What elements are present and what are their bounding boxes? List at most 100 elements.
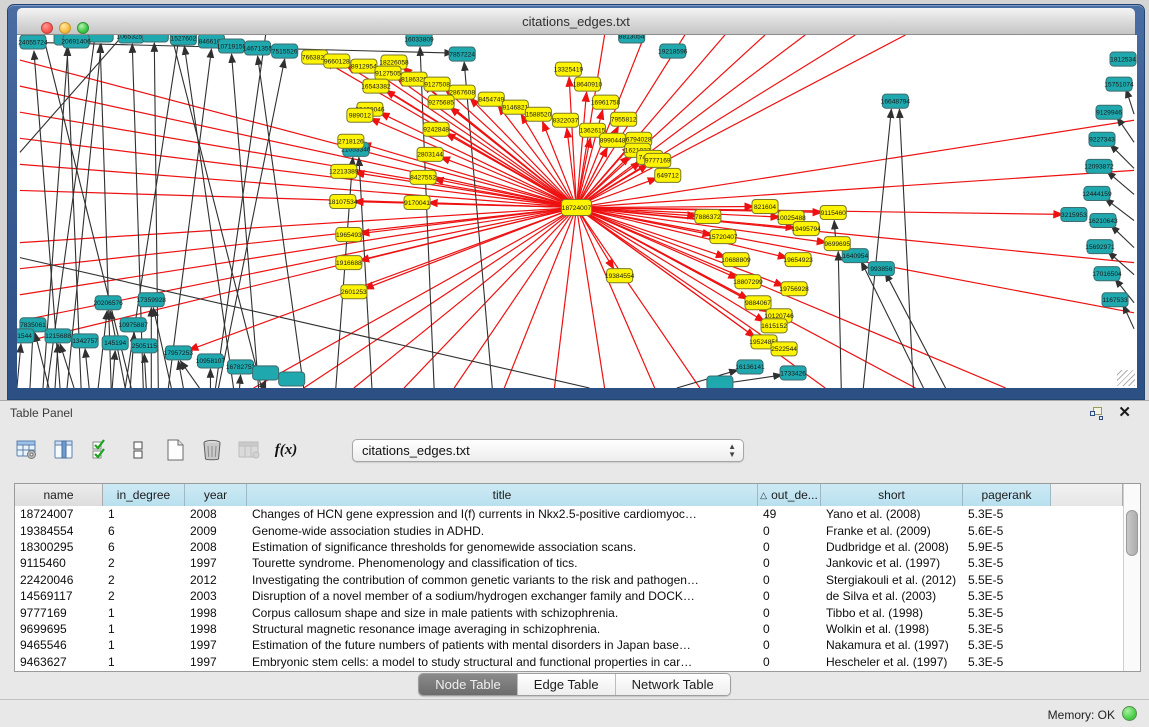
graph-node[interactable]	[142, 35, 168, 42]
graph-node[interactable]: 8427552	[410, 170, 436, 184]
table-cell[interactable]: 2008	[185, 540, 247, 554]
table-cell[interactable]: 19384554	[15, 524, 103, 538]
table-cell[interactable]: Dudbridge et al. (2008)	[821, 540, 963, 554]
table-cell[interactable]: 0	[758, 606, 821, 620]
graph-node[interactable]: 9660128	[324, 54, 350, 68]
table-cell[interactable]: 1997	[185, 556, 247, 570]
column-header-short[interactable]: short	[821, 484, 963, 506]
table-cell[interactable]: 0	[758, 622, 821, 636]
column-header-out_de[interactable]: △out_de...	[758, 484, 821, 506]
function-builder-button[interactable]: f(x)	[273, 437, 299, 463]
graph-node[interactable]: 993856	[868, 262, 894, 276]
graph-node[interactable]: 17957253	[164, 346, 194, 360]
graph-node[interactable]: 2601253	[341, 285, 367, 299]
graph-node[interactable]: 1215688	[45, 329, 71, 343]
close-panel-icon[interactable]: ✕	[1118, 403, 1131, 421]
table-cell[interactable]: 0	[758, 638, 821, 652]
table-cell[interactable]: 1998	[185, 606, 247, 620]
graph-node[interactable]: 12444159	[1082, 186, 1112, 200]
table-cell[interactable]: 1997	[185, 638, 247, 652]
tab-node-table[interactable]: Node Table	[419, 674, 518, 695]
table-row[interactable]: 1456911722003Disruption of a novel membe…	[15, 588, 1123, 604]
graph-node[interactable]	[253, 366, 279, 380]
table-cell[interactable]: 2003	[185, 589, 247, 603]
table-cell[interactable]: 1	[103, 622, 185, 636]
graph-node[interactable]: 15692971	[1085, 240, 1115, 254]
table-cell[interactable]: 9777169	[15, 606, 103, 620]
graph-node[interactable]: 145194	[102, 336, 128, 350]
graph-node[interactable]: 14671355	[243, 41, 273, 55]
graph-node[interactable]: 9275685	[428, 95, 454, 109]
column-header-year[interactable]: year	[185, 484, 247, 506]
graph-node[interactable]: 18724007	[561, 199, 591, 215]
table-cell[interactable]: 18724007	[15, 507, 103, 521]
table-cell[interactable]: 5.5E-5	[963, 573, 1051, 587]
window-titlebar[interactable]: citations_edges.txt	[17, 8, 1135, 35]
table-row[interactable]: 2242004622012Investigating the contribut…	[15, 572, 1123, 588]
window-resize-grip[interactable]	[1117, 370, 1135, 386]
table-cell[interactable]: 2012	[185, 573, 247, 587]
graph-node[interactable]: 18807299	[733, 275, 763, 289]
graph-node[interactable]: 13325419	[554, 62, 584, 76]
graph-node[interactable]: 19218596	[658, 44, 688, 58]
graph-node[interactable]: 15751074	[1104, 77, 1134, 91]
graph-node[interactable]: 2718126	[338, 134, 364, 148]
graph-node[interactable]: 1615152	[761, 319, 787, 333]
table-cell[interactable]: Yano et al. (2008)	[821, 507, 963, 521]
table-row[interactable]: 1938455462009Genome-wide association stu…	[15, 522, 1123, 538]
table-cell[interactable]: 5.3E-5	[963, 638, 1051, 652]
table-cell[interactable]: Estimation of significance thresholds fo…	[247, 540, 758, 554]
tab-edge-table[interactable]: Edge Table	[518, 674, 616, 695]
graph-node[interactable]: 9227343	[1089, 132, 1115, 146]
graph-node[interactable]: 821604	[752, 199, 778, 213]
graph-node[interactable]: 8322037	[552, 113, 578, 127]
column-header-pagerank[interactable]: pagerank	[963, 484, 1051, 506]
graph-node[interactable]: 7955812	[611, 112, 637, 126]
table-cell[interactable]: 6	[103, 524, 185, 538]
table-cell[interactable]: 2	[103, 589, 185, 603]
table-cell[interactable]: 0	[758, 524, 821, 538]
graph-node[interactable]: 10975887	[119, 318, 149, 332]
graph-node[interactable]: 17359928	[137, 293, 167, 307]
graph-node[interactable]	[707, 376, 733, 388]
table-cell[interactable]: Stergiakouli et al. (2012)	[821, 573, 963, 587]
table-cell[interactable]: 2	[103, 556, 185, 570]
table-row[interactable]: 1830029562008Estimation of significance …	[15, 539, 1123, 555]
table-cell[interactable]: Estimation of the future numbers of pati…	[247, 638, 758, 652]
table-cell[interactable]: 5.6E-5	[963, 524, 1051, 538]
network-view[interactable]: 2405572410653257152760284661601071915514…	[17, 35, 1137, 388]
import-table-button-disabled[interactable]	[236, 437, 262, 463]
graph-node[interactable]: 1342757	[72, 334, 98, 348]
graph-node[interactable]: 8990448	[600, 133, 626, 147]
table-cell[interactable]: Changes of HCN gene expression and I(f) …	[247, 507, 758, 521]
graph-node[interactable]: 1812534	[1110, 52, 1136, 66]
graph-node[interactable]: 17016504	[1092, 267, 1122, 281]
table-cell[interactable]: 5.3E-5	[963, 507, 1051, 521]
graph-node[interactable]: 19654923	[783, 253, 813, 267]
graph-node[interactable]: 15720407	[708, 230, 738, 244]
row-height-button[interactable]	[125, 437, 151, 463]
graph-node[interactable]: 1167533	[1102, 293, 1128, 307]
graph-node[interactable]: 7857224	[449, 47, 475, 61]
table-cell[interactable]: 5.9E-5	[963, 540, 1051, 554]
table-cell[interactable]: Structural magnetic resonance image aver…	[247, 622, 758, 636]
tab-network-table[interactable]: Network Table	[616, 674, 730, 695]
graph-node[interactable]: 3215953	[1061, 207, 1087, 221]
graph-node[interactable]: 9777169	[645, 153, 671, 167]
table-scrollbar[interactable]	[1123, 484, 1140, 671]
table-cell[interactable]: 0	[758, 655, 821, 669]
graph-node[interactable]: 16543382	[361, 79, 391, 93]
table-cell[interactable]: 5.3E-5	[963, 622, 1051, 636]
table-row[interactable]: 1872400712008Changes of HCN gene express…	[15, 506, 1123, 522]
graph-node[interactable]: 1733426	[780, 366, 806, 380]
graph-node[interactable]: 2803144	[417, 147, 443, 161]
table-cell[interactable]: 22420046	[15, 573, 103, 587]
graph-node[interactable]: 16782753	[226, 360, 256, 374]
float-panel-icon[interactable]	[1090, 407, 1103, 419]
table-cell[interactable]: Disruption of a novel member of a sodium…	[247, 589, 758, 603]
graph-node[interactable]: 1527602	[170, 35, 196, 45]
select-columns-button[interactable]	[51, 437, 77, 463]
graph-node[interactable]: 2505115	[131, 339, 157, 353]
graph-node[interactable]: 9127508	[424, 77, 450, 91]
graph-node[interactable]: 16648794	[881, 94, 911, 108]
